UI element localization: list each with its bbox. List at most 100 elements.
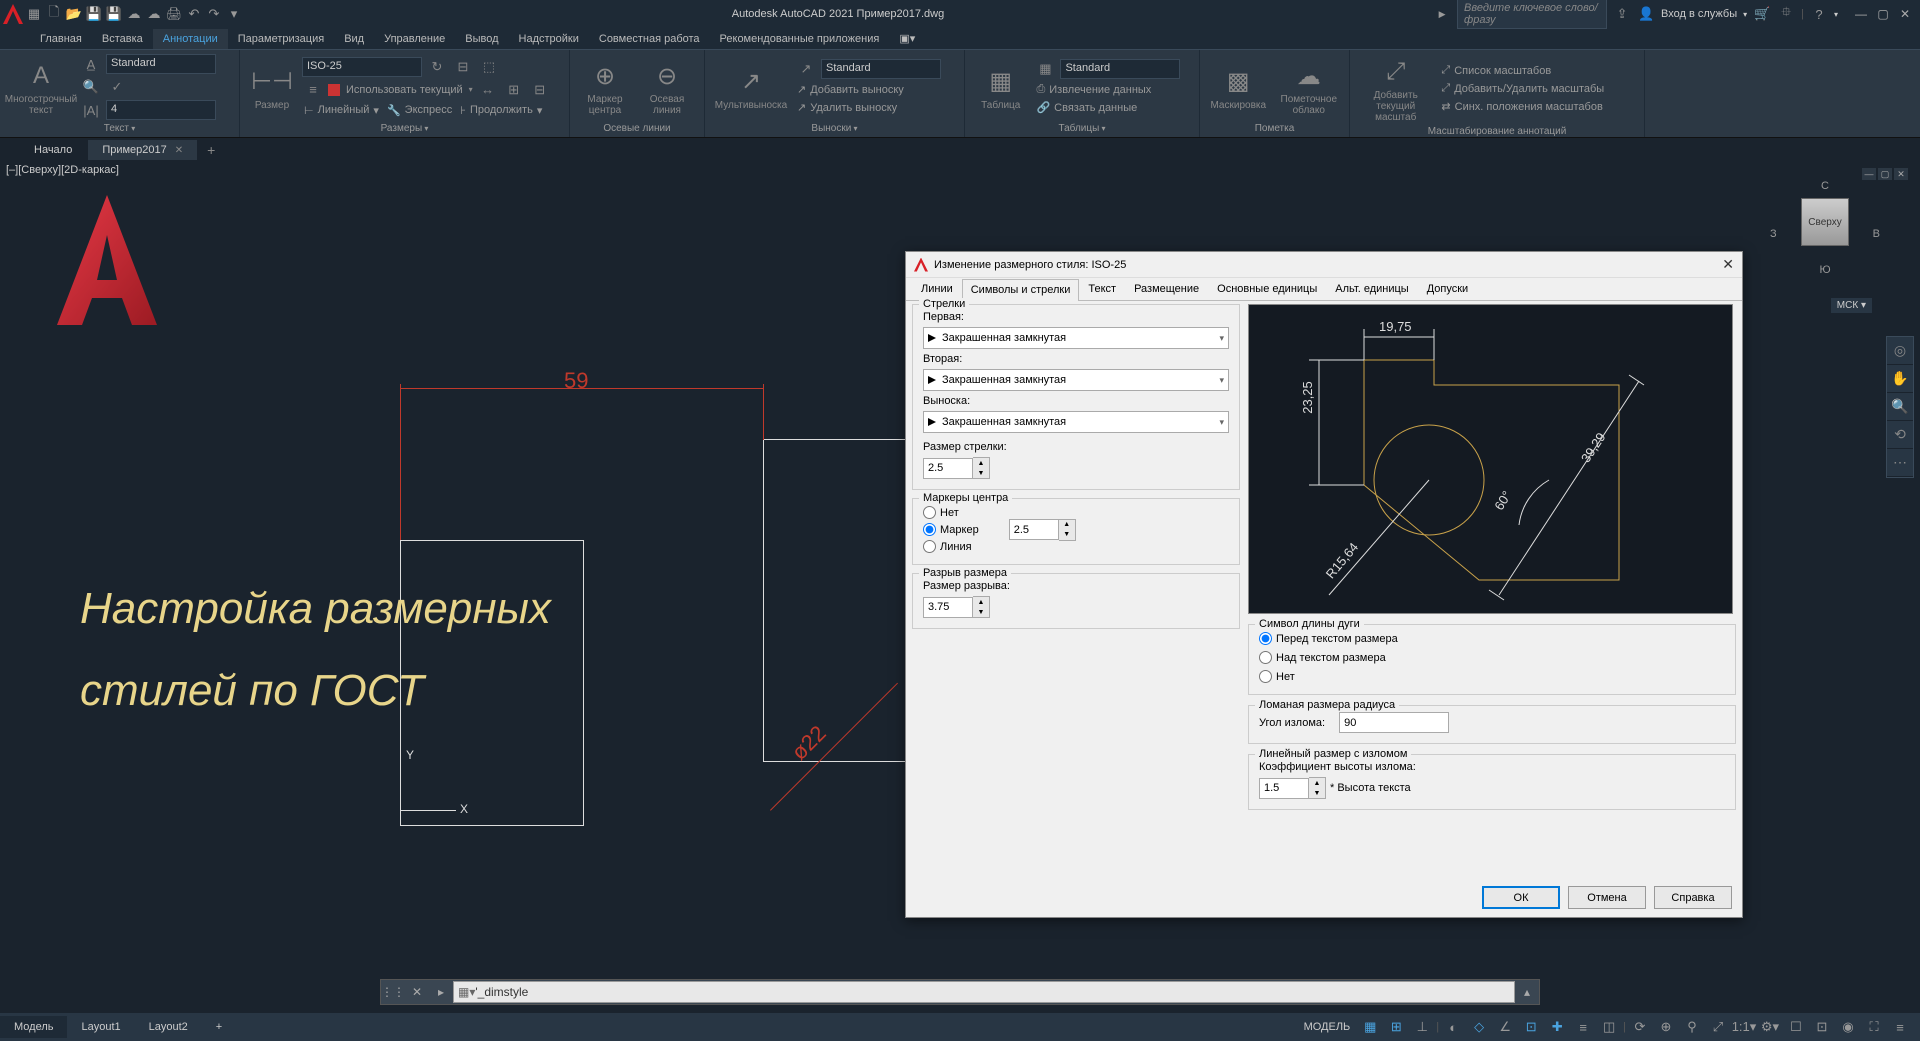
save-icon[interactable]: 💾: [85, 5, 103, 23]
anno-vis-icon[interactable]: ⚲: [1680, 1015, 1704, 1039]
ribbon-tab-view[interactable]: Вид: [334, 29, 374, 49]
ribbon-tab-manage[interactable]: Управление: [374, 29, 455, 49]
dlg-tab-alt[interactable]: Альт. единицы: [1326, 278, 1417, 300]
scale-sync-button[interactable]: ⇄ Синх. положения масштабов: [1439, 99, 1638, 114]
dim-linear-button[interactable]: ⊢ Линейный ▾: [302, 103, 381, 118]
cmdline-close-icon[interactable]: ✕: [405, 980, 429, 1004]
minimize-icon[interactable]: —: [1854, 7, 1868, 21]
model-tab[interactable]: Модель: [0, 1016, 67, 1038]
center-line-radio[interactable]: Линия: [923, 539, 979, 554]
find-text-icon[interactable]: 🔍: [80, 77, 102, 97]
plot-icon[interactable]: 🖨: [165, 5, 183, 23]
layout2-tab[interactable]: Layout2: [135, 1016, 202, 1038]
first-arrow-select[interactable]: Закрашенная замкнутая: [923, 327, 1229, 349]
qat-dropdown-icon[interactable]: ▾: [225, 5, 243, 23]
open-file-icon[interactable]: 📂: [65, 5, 83, 23]
osnap-icon[interactable]: ◇: [1467, 1015, 1491, 1039]
transparency-icon[interactable]: ◫: [1597, 1015, 1621, 1039]
nav-orbit-icon[interactable]: ⟲: [1887, 421, 1913, 449]
anno-scale-button[interactable]: ⤢ Добавить текущий масштаб: [1356, 54, 1435, 123]
second-arrow-select[interactable]: Закрашенная замкнутая: [923, 369, 1229, 391]
arc-none-radio[interactable]: Нет: [1259, 669, 1725, 684]
dlg-tab-lines[interactable]: Линии: [912, 278, 962, 300]
dlg-tab-text[interactable]: Текст: [1079, 278, 1125, 300]
use-current-label[interactable]: Использовать текущий: [344, 83, 465, 97]
scale-list-button[interactable]: ⤢ Список масштабов: [1439, 63, 1638, 78]
dim-tool2-icon[interactable]: ⬚: [478, 57, 500, 77]
command-input[interactable]: ▦▾ '_dimstyle: [453, 981, 1515, 1003]
start-tab[interactable]: Начало: [20, 140, 86, 160]
remove-leader-button[interactable]: ↗ Удалить выноску: [795, 100, 955, 115]
jog-height-spinner[interactable]: ▲▼: [1259, 777, 1326, 799]
vp-close-icon[interactable]: ✕: [1894, 168, 1908, 180]
ribbon-tab-collab[interactable]: Совместная работа: [589, 29, 710, 49]
app-store-icon[interactable]: ⯐: [1777, 5, 1795, 23]
viewcube[interactable]: С З Сверху В Ю: [1770, 180, 1880, 310]
break-size-spinner[interactable]: ▲▼: [923, 596, 1229, 618]
menu-icon[interactable]: ▦: [25, 5, 43, 23]
anno-monitor-icon[interactable]: ⊕: [1654, 1015, 1678, 1039]
dim-update-icon[interactable]: ↻: [426, 57, 448, 77]
isolate-icon[interactable]: ⊡: [1810, 1015, 1834, 1039]
file-tab-close-icon[interactable]: ✕: [175, 145, 183, 156]
panel-table-title[interactable]: Таблицы: [971, 120, 1193, 137]
dim-quick-button[interactable]: 🔧 Экспресс: [385, 103, 454, 118]
data-link-button[interactable]: 🔗 Связать данные: [1034, 100, 1193, 115]
close-icon[interactable]: ✕: [1898, 7, 1912, 21]
cloud-save-icon[interactable]: ☁: [145, 5, 163, 23]
ribbon-tab-annotate[interactable]: Аннотации: [153, 29, 228, 49]
keyword-search[interactable]: Введите ключевое слово/фразу: [1457, 0, 1607, 29]
scale-addrem-button[interactable]: ⤢ Добавить/Удалить масштабы: [1439, 81, 1638, 96]
grid-icon[interactable]: ▦: [1358, 1015, 1382, 1039]
ribbon-tab-addins[interactable]: Надстройки: [509, 29, 589, 49]
wcs-label[interactable]: МСК ▾: [1831, 298, 1872, 313]
cloud-open-icon[interactable]: ☁: [125, 5, 143, 23]
add-leader-button[interactable]: ↗ Добавить выноску: [795, 82, 955, 97]
nav-showmore-icon[interactable]: ⋯: [1887, 449, 1913, 477]
viewcube-top-face[interactable]: Сверху: [1801, 198, 1849, 246]
workspace-icon[interactable]: ⚙▾: [1758, 1015, 1782, 1039]
signin-label[interactable]: Вход в службы: [1661, 8, 1737, 20]
vp-maximize-icon[interactable]: ▢: [1878, 168, 1892, 180]
ribbon-tab-featured[interactable]: Рекомендованные приложения: [710, 29, 890, 49]
mtext-button[interactable]: A Многострочный текст: [6, 58, 76, 116]
revcloud-button[interactable]: ☁ Пометочное облако: [1275, 58, 1343, 116]
ribbon-tab-parametric[interactable]: Параметризация: [228, 29, 334, 49]
nav-pan-icon[interactable]: ✋: [1887, 365, 1913, 393]
new-file-icon[interactable]: 🗋: [45, 5, 63, 23]
center-line-button[interactable]: ⊖ Осевая линия: [638, 58, 696, 116]
polar-icon[interactable]: ◐: [1441, 1015, 1465, 1039]
cart-icon[interactable]: 🛒: [1753, 5, 1771, 23]
table-button[interactable]: ▦ Таблица: [971, 64, 1030, 111]
ribbon-tab-insert[interactable]: Вставка: [92, 29, 153, 49]
ok-button[interactable]: ОК: [1482, 886, 1560, 909]
account-icon[interactable]: 👤: [1637, 5, 1655, 23]
center-size-spinner[interactable]: ▲▼: [1009, 519, 1076, 541]
nav-wheel-icon[interactable]: ◎: [1887, 337, 1913, 365]
redo-icon[interactable]: ↷: [205, 5, 223, 23]
leader-arrow-select[interactable]: Закрашенная замкнутая: [923, 411, 1229, 433]
arc-before-radio[interactable]: Перед текстом размера: [1259, 631, 1725, 646]
hardware-icon[interactable]: ◉: [1836, 1015, 1860, 1039]
dim-tool4-icon[interactable]: ⊞: [503, 80, 525, 100]
clean-icon[interactable]: ⛶: [1862, 1015, 1886, 1039]
scale-icon[interactable]: 1:1▾: [1732, 1015, 1756, 1039]
customize-icon[interactable]: ≡: [1888, 1015, 1912, 1039]
layout1-tab[interactable]: Layout1: [67, 1016, 134, 1038]
cancel-button[interactable]: Отмена: [1568, 886, 1646, 909]
dim-style-combo[interactable]: ISO-25: [302, 57, 422, 77]
undo-icon[interactable]: ↶: [185, 5, 203, 23]
cmdline-handle-icon[interactable]: ⋮⋮: [381, 980, 405, 1004]
dimension-button[interactable]: ⊢⊣ Размер: [246, 64, 298, 111]
ortho-icon[interactable]: ⊥: [1410, 1015, 1434, 1039]
signin-caret-icon[interactable]: ▾: [1743, 10, 1747, 19]
panel-leader-title[interactable]: Выноски: [711, 120, 958, 137]
dim-tool5-icon[interactable]: ⊟: [529, 80, 551, 100]
vp-minimize-icon[interactable]: —: [1862, 168, 1876, 180]
help-button[interactable]: Справка: [1654, 886, 1732, 909]
dim-continue-button[interactable]: ⊦ Продолжить ▾: [458, 103, 544, 118]
anno-auto-icon[interactable]: ⤢: [1706, 1015, 1730, 1039]
panel-dim-title[interactable]: Размеры: [246, 120, 563, 137]
leader-style-combo[interactable]: Standard: [821, 59, 941, 79]
add-tab-button[interactable]: +: [199, 142, 223, 158]
